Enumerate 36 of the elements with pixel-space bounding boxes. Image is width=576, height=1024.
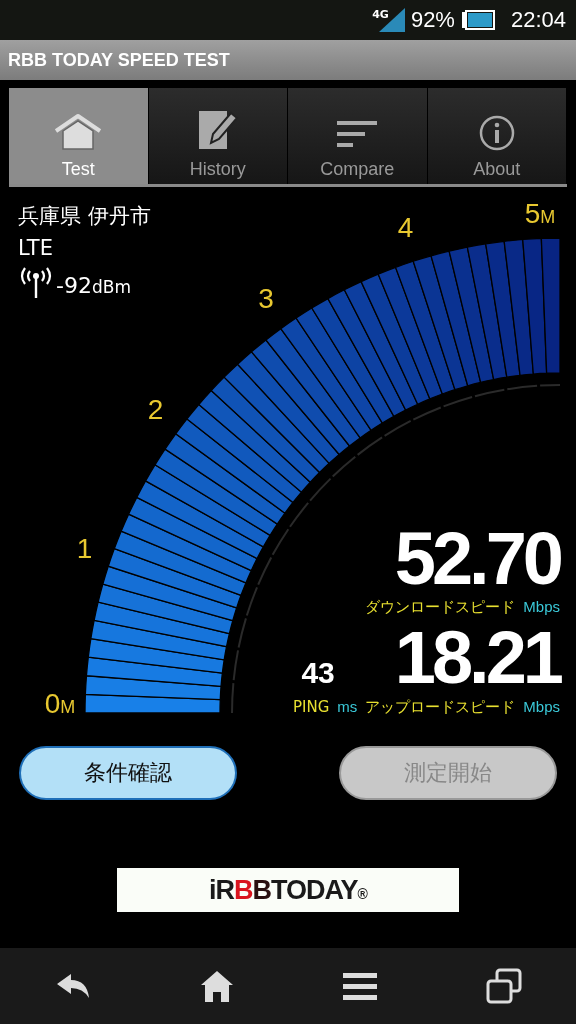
logo-text: iRBBTODAY® xyxy=(209,874,367,906)
download-label: ダウンロードスピード xyxy=(365,598,516,618)
ping-label: PING xyxy=(293,697,330,716)
network-type: 4G xyxy=(372,8,389,21)
download-speed: 52.70 xyxy=(394,524,560,595)
recent-apps-icon[interactable] xyxy=(485,968,522,1004)
notepad-pencil-icon xyxy=(196,109,239,151)
tab[interactable]: Compare xyxy=(288,88,428,184)
gauge-tick-label: 2 xyxy=(147,394,164,426)
location-text: 兵庫県 伊丹市 xyxy=(18,203,151,230)
antenna-icon xyxy=(18,266,54,298)
gauge-tick-label: 1 xyxy=(76,533,93,565)
info-icon xyxy=(478,115,515,151)
action-button[interactable]: 条件確認 xyxy=(19,746,237,800)
ping-value: 43 xyxy=(301,656,335,691)
home-icon[interactable] xyxy=(199,969,234,1003)
tab[interactable]: History xyxy=(148,88,288,184)
house-icon xyxy=(53,113,104,151)
tab[interactable]: Test xyxy=(9,88,149,184)
ping-unit: ms xyxy=(337,697,358,715)
network-type-text: LTE xyxy=(18,236,53,260)
menu-icon[interactable] xyxy=(342,971,377,1001)
signal-strength: -92dBm xyxy=(56,273,131,298)
gauge-tick-label: 4 xyxy=(397,212,414,244)
upload-label: アップロードスピード xyxy=(365,697,516,717)
gauge-tick-label: 3 xyxy=(258,283,274,315)
upload-unit: Mbps xyxy=(523,697,560,715)
gauge-tick-label: 0M xyxy=(44,688,76,719)
tab[interactable]: About xyxy=(427,88,567,184)
battery-icon xyxy=(460,10,495,30)
gauge-tick-label: 5M xyxy=(524,198,556,229)
download-unit: Mbps xyxy=(523,598,560,616)
app-title: RBB TODAY SPEED TEST xyxy=(8,49,230,71)
clock: 22:04 xyxy=(510,7,566,33)
upload-speed: 18.21 xyxy=(394,623,560,694)
battery-percent: 92% xyxy=(410,7,455,33)
